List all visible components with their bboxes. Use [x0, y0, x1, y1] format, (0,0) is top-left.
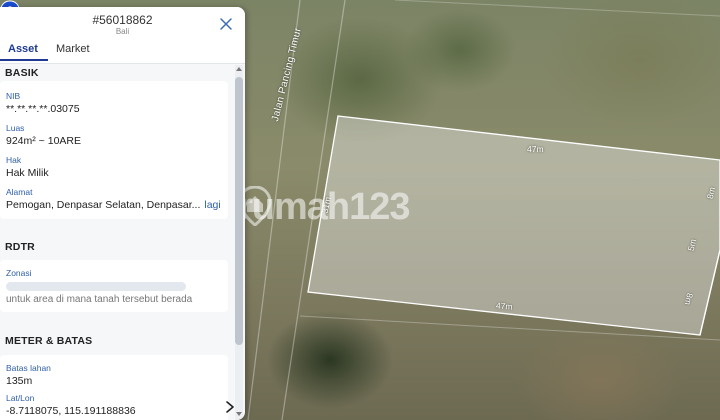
tab-bar: Asset Market	[0, 43, 100, 61]
zonasi-hint: untuk area di mana tanah tersebut berada	[6, 294, 193, 305]
scroll-down-arrow-icon[interactable]	[236, 412, 242, 416]
meter-card: Batas lahan 135m Lat/Lon -8.7118075, 115…	[0, 355, 228, 420]
luas-value: 924m² ~ 10ARE	[6, 135, 81, 147]
section-title-rdtr: RDTR	[5, 241, 35, 253]
alamat-text: Pemogan, Denpasar Selatan, Denpasar...	[6, 199, 201, 211]
section-title-meter: METER & BATAS	[5, 335, 93, 347]
listing-id: #56018862	[92, 13, 153, 27]
scroll-up-arrow-icon[interactable]	[236, 67, 242, 71]
batas-label: Batas lahan	[6, 363, 51, 373]
batas-value: 135m	[6, 375, 33, 387]
hak-value: Hak Milik	[6, 167, 49, 179]
panel-content[interactable]: BASIK NIB **.**.**.**.03075 Luas 924m² ~…	[0, 65, 235, 420]
chevron-right-icon[interactable]	[225, 400, 235, 414]
close-icon[interactable]	[219, 17, 233, 31]
latlon-value: -8.7118075, 115.191188836	[6, 405, 136, 417]
scrollbar-thumb[interactable]	[235, 77, 243, 345]
basik-card: NIB **.**.**.**.03075 Luas 924m² ~ 10ARE…	[0, 81, 228, 219]
dimension-top: 47m	[527, 144, 544, 154]
zonasi-label: Zonasi	[6, 268, 32, 278]
rdtr-card: Zonasi untuk area di mana tanah tersebut…	[0, 260, 228, 312]
property-detail-panel: #56018862 Bali Asset Market BASIK NIB **…	[0, 7, 245, 420]
watermark: rumah123	[238, 186, 411, 229]
nib-value: **.**.**.**.03075	[6, 103, 80, 115]
zonasi-placeholder	[6, 282, 186, 291]
scrollbar[interactable]	[235, 65, 243, 420]
hak-label: Hak	[6, 155, 22, 165]
section-title-basik: BASIK	[5, 67, 39, 79]
listing-location: Bali	[115, 27, 130, 36]
dimension-bottom: 47m	[495, 300, 513, 312]
nib-label: NIB	[6, 91, 21, 101]
panel-header: #56018862 Bali Asset Market	[0, 7, 245, 64]
alamat-label: Alamat	[6, 187, 33, 197]
read-more-link[interactable]: lagi	[204, 199, 220, 211]
luas-label: Luas	[6, 123, 25, 133]
tab-asset[interactable]: Asset	[0, 43, 48, 61]
alamat-value: Pemogan, Denpasar Selatan, Denpasar... la…	[6, 199, 222, 211]
latlon-label: Lat/Lon	[6, 393, 35, 403]
tab-market[interactable]: Market	[48, 43, 100, 61]
